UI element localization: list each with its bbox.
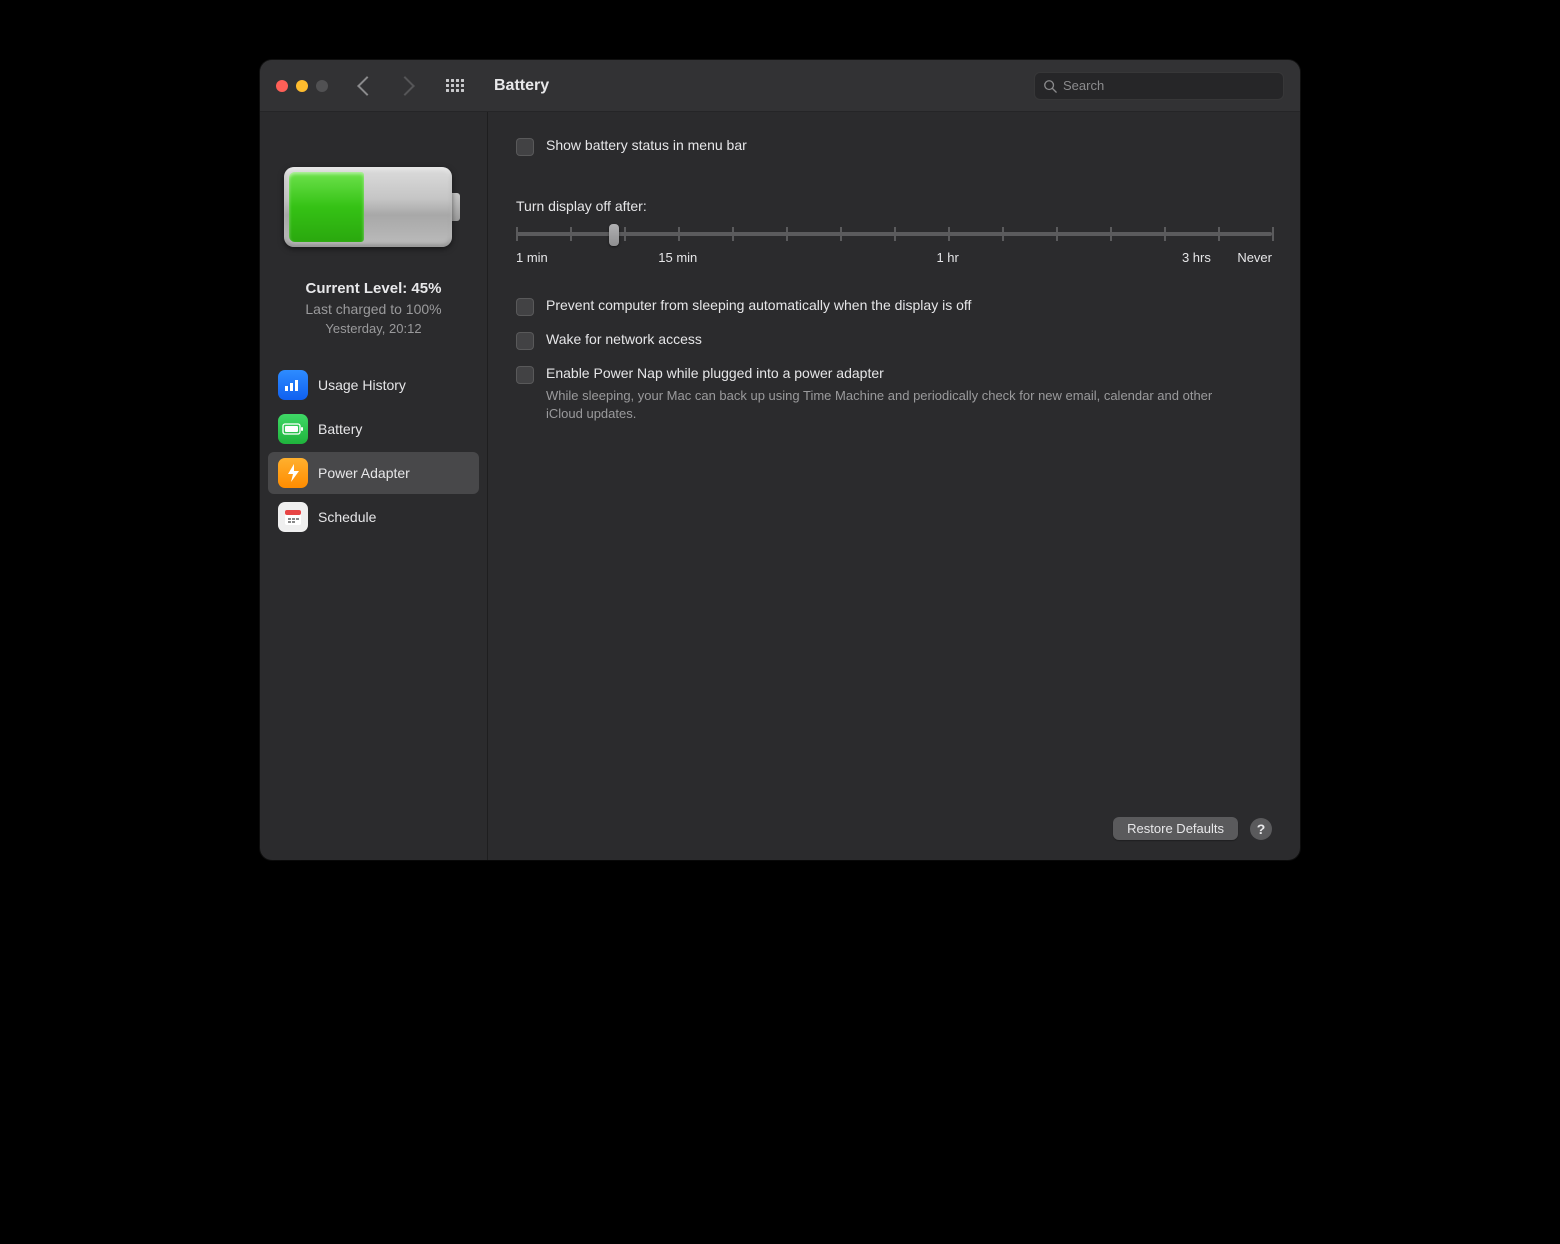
minimize-button[interactable] <box>296 80 308 92</box>
sidebar-item-label: Schedule <box>318 509 376 525</box>
wake-network-checkbox[interactable] <box>516 332 534 350</box>
battery-icon <box>278 414 308 444</box>
wake-network-label: Wake for network access <box>546 330 702 349</box>
sidebar-item-label: Usage History <box>318 377 406 393</box>
sidebar-item-schedule[interactable]: Schedule <box>268 496 479 538</box>
slider-labels: 1 min 15 min 1 hr 3 hrs Never <box>516 250 1272 268</box>
last-charged-label: Last charged to 100% <box>305 301 441 317</box>
sidebar-item-label: Power Adapter <box>318 465 410 481</box>
restore-defaults-button[interactable]: Restore Defaults <box>1113 817 1238 840</box>
sidebar-item-power-adapter[interactable]: Power Adapter <box>268 452 479 494</box>
sidebar-item-label: Battery <box>318 421 362 437</box>
power-nap-checkbox[interactable] <box>516 366 534 384</box>
grid-icon[interactable] <box>446 79 464 92</box>
preferences-window: Battery Current Level: 45% Last charged … <box>260 60 1300 860</box>
sidebar: Current Level: 45% Last charged to 100% … <box>260 112 488 860</box>
help-button[interactable]: ? <box>1250 818 1272 840</box>
battery-graphic <box>284 162 464 252</box>
slider-title: Turn display off after: <box>516 198 1272 214</box>
forward-button <box>395 76 415 96</box>
back-button[interactable] <box>357 76 377 96</box>
display-off-slider[interactable] <box>516 232 1272 236</box>
sidebar-item-usage-history[interactable]: Usage History <box>268 364 479 406</box>
page-title: Battery <box>494 77 549 95</box>
power-adapter-icon <box>278 458 308 488</box>
show-menu-bar-checkbox[interactable] <box>516 138 534 156</box>
slider-thumb[interactable] <box>609 224 619 246</box>
schedule-icon <box>278 502 308 532</box>
show-menu-bar-label: Show battery status in menu bar <box>546 136 747 155</box>
close-button[interactable] <box>276 80 288 92</box>
power-nap-description: While sleeping, your Mac can back up usi… <box>546 387 1246 423</box>
usage-history-icon <box>278 370 308 400</box>
toolbar: Battery <box>260 60 1300 112</box>
last-charged-time: Yesterday, 20:12 <box>305 321 441 336</box>
maximize-button[interactable] <box>316 80 328 92</box>
power-nap-label: Enable Power Nap while plugged into a po… <box>546 364 1246 383</box>
prevent-sleep-checkbox[interactable] <box>516 298 534 316</box>
sidebar-item-battery[interactable]: Battery <box>268 408 479 450</box>
current-level-label: Current Level: 45% <box>305 280 441 297</box>
search-icon <box>1043 79 1057 93</box>
search-field[interactable] <box>1034 72 1284 100</box>
search-input[interactable] <box>1063 78 1275 93</box>
prevent-sleep-label: Prevent computer from sleeping automatic… <box>546 296 971 315</box>
traffic-lights <box>276 80 328 92</box>
main-content: Show battery status in menu bar Turn dis… <box>488 112 1300 860</box>
